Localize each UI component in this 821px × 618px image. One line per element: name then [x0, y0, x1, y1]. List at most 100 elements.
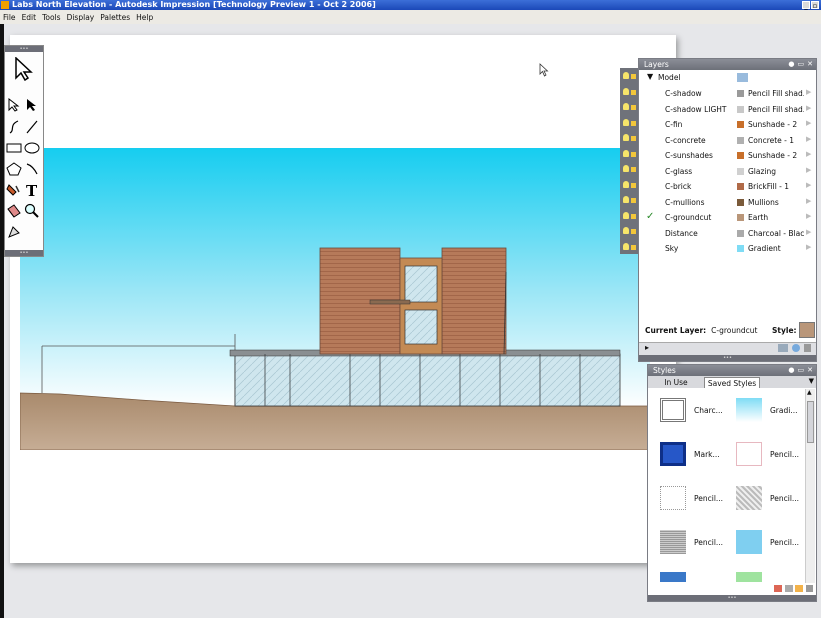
style-menu-arrow-icon[interactable]: ▶ [806, 243, 811, 251]
elevation-drawing[interactable] [20, 148, 650, 450]
layer-row[interactable]: C-brick BrickFill - 1 ▶ [639, 179, 816, 195]
layer-options-icon[interactable] [792, 344, 800, 352]
style-menu-arrow-icon[interactable]: ▶ [806, 228, 811, 236]
folder-icon[interactable] [795, 585, 803, 592]
visibility-bulb-icon[interactable] [623, 118, 629, 126]
visibility-bulb-icon[interactable] [623, 103, 629, 110]
layer-style-name[interactable]: Sunshade - 2 [748, 120, 804, 129]
arc-tool-icon[interactable] [23, 160, 41, 178]
dock-icon[interactable]: ▭ [798, 365, 805, 376]
info-icon[interactable]: ● [788, 365, 794, 376]
fill-tool-icon[interactable] [5, 181, 23, 199]
new-layer-icon[interactable] [778, 344, 788, 352]
style-menu-arrow-icon[interactable]: ▶ [806, 88, 811, 96]
visibility-bulb-icon[interactable] [623, 211, 629, 219]
expand-triangle-icon[interactable]: ▼ [647, 72, 653, 81]
style-item[interactable]: Mark... [652, 436, 727, 476]
layer-style-name[interactable]: Gradient [748, 244, 804, 253]
direct-select-tool-icon[interactable] [23, 96, 41, 114]
zoom-tool-icon[interactable] [23, 202, 41, 220]
style-item[interactable]: Pencil... [728, 480, 803, 520]
tab-saved-styles[interactable]: Saved Styles [704, 377, 760, 388]
style-menu-arrow-icon[interactable]: ▶ [806, 197, 811, 205]
pointer-tool-icon[interactable] [11, 56, 37, 82]
visibility-bulb-icon[interactable] [623, 87, 629, 95]
visibility-bulb-icon[interactable] [623, 72, 629, 79]
style-thumbnail[interactable] [660, 572, 686, 582]
text-tool-icon[interactable]: T [23, 181, 41, 199]
styles-title-bar[interactable]: Styles ● ▭ ✕ [648, 365, 816, 376]
layer-style-name[interactable]: Earth [748, 213, 804, 222]
style-menu-arrow-icon[interactable]: ▶ [806, 104, 811, 112]
lock-icon[interactable] [631, 105, 636, 110]
eraser-tool-icon[interactable] [5, 202, 23, 220]
lock-icon[interactable] [631, 89, 636, 95]
visibility-bulb-icon[interactable] [623, 134, 629, 141]
layer-row[interactable]: C-shadow LIGHT Pencil Fill shad.. ▶ [639, 102, 816, 118]
styles-scrollbar[interactable]: ▲ [805, 389, 815, 587]
style-menu-arrow-icon[interactable]: ▶ [806, 212, 811, 220]
styles-palette-grip[interactable]: ••• [648, 595, 816, 601]
layer-style-name[interactable]: Pencil Fill shad.. [748, 105, 804, 114]
menu-tools[interactable]: Tools [39, 13, 63, 22]
style-item[interactable]: Pencil... [652, 524, 727, 564]
layer-row[interactable]: C-fin Sunshade - 2 ▶ [639, 117, 816, 133]
layer-row[interactable]: Sky Gradient ▶ [639, 241, 816, 257]
current-style-swatch[interactable] [799, 322, 815, 338]
info-icon[interactable]: ● [788, 59, 794, 70]
style-item[interactable]: Pencil... [652, 480, 727, 520]
layer-style-name[interactable]: Concrete - 1 [748, 136, 804, 145]
layer-row[interactable]: C-glass Glazing ▶ [639, 164, 816, 180]
layers-palette-grip[interactable]: ••• [639, 355, 816, 361]
style-menu-arrow-icon[interactable]: ▶ [806, 150, 811, 158]
style-thumbnail[interactable] [736, 572, 762, 582]
new-style-icon[interactable] [774, 585, 782, 592]
lock-icon[interactable] [631, 167, 636, 172]
layer-row[interactable]: C-concrete Concrete - 1 ▶ [639, 133, 816, 149]
layer-row[interactable]: C-sunshades Sunshade - 2 ▶ [639, 148, 816, 164]
tools-palette-bottom-grip[interactable]: ••• [5, 250, 43, 256]
layer-group-model[interactable]: ▼ Model [639, 70, 816, 86]
close-icon[interactable]: ✕ [807, 365, 813, 376]
line-tool-icon[interactable] [23, 118, 41, 136]
curve-tool-icon[interactable] [5, 118, 23, 136]
close-icon[interactable]: ✕ [807, 59, 813, 70]
visibility-bulb-icon[interactable] [623, 242, 629, 250]
lock-icon[interactable] [631, 229, 636, 234]
polygon-tool-icon[interactable] [5, 160, 23, 178]
menu-palettes[interactable]: Palettes [97, 13, 133, 22]
rectangle-tool-icon[interactable] [5, 139, 23, 157]
lock-icon[interactable] [631, 213, 636, 219]
tools-palette-grip[interactable]: ••• [5, 46, 43, 52]
layer-style-name[interactable]: Pencil Fill shad.. [748, 89, 804, 98]
visibility-bulb-icon[interactable] [623, 165, 629, 172]
lock-icon[interactable] [631, 74, 636, 79]
style-menu-arrow-icon[interactable]: ▶ [806, 181, 811, 189]
lock-icon[interactable] [631, 136, 636, 141]
tabs-menu-icon[interactable]: ▼ [809, 377, 814, 385]
style-item[interactable]: Pencil... [728, 524, 803, 564]
layer-row[interactable]: C-mullions Mullions ▶ [639, 195, 816, 211]
menu-help[interactable]: Help [133, 13, 156, 22]
style-menu-arrow-icon[interactable]: ▶ [806, 166, 811, 174]
lock-icon[interactable] [631, 244, 636, 250]
tab-in-use[interactable]: In Use [658, 377, 694, 388]
layer-style-name[interactable]: Sunshade - 2 [748, 151, 804, 160]
visibility-bulb-icon[interactable] [623, 149, 629, 157]
layer-style-name[interactable]: Charcoal - Black [748, 229, 804, 238]
scrollbar-thumb[interactable] [807, 401, 814, 443]
layer-row[interactable]: Distance Charcoal - Black ▶ [639, 226, 816, 242]
edit-style-icon[interactable] [785, 585, 793, 592]
style-item[interactable]: Gradi... [728, 392, 803, 432]
restore-button[interactable]: ▫ [811, 1, 819, 10]
expand-arrow-icon[interactable]: ▸ [645, 343, 649, 352]
menu-edit[interactable]: Edit [19, 13, 40, 22]
lock-icon[interactable] [631, 120, 636, 126]
trash-icon[interactable] [804, 344, 811, 352]
style-menu-arrow-icon[interactable]: ▶ [806, 135, 811, 143]
layer-style-name[interactable]: Glazing [748, 167, 804, 176]
style-menu-arrow-icon[interactable]: ▶ [806, 119, 811, 127]
layer-style-name[interactable]: BrickFill - 1 [748, 182, 804, 191]
visibility-bulb-icon[interactable] [623, 180, 629, 188]
layer-row[interactable]: C-shadow Pencil Fill shad.. ▶ [639, 86, 816, 102]
